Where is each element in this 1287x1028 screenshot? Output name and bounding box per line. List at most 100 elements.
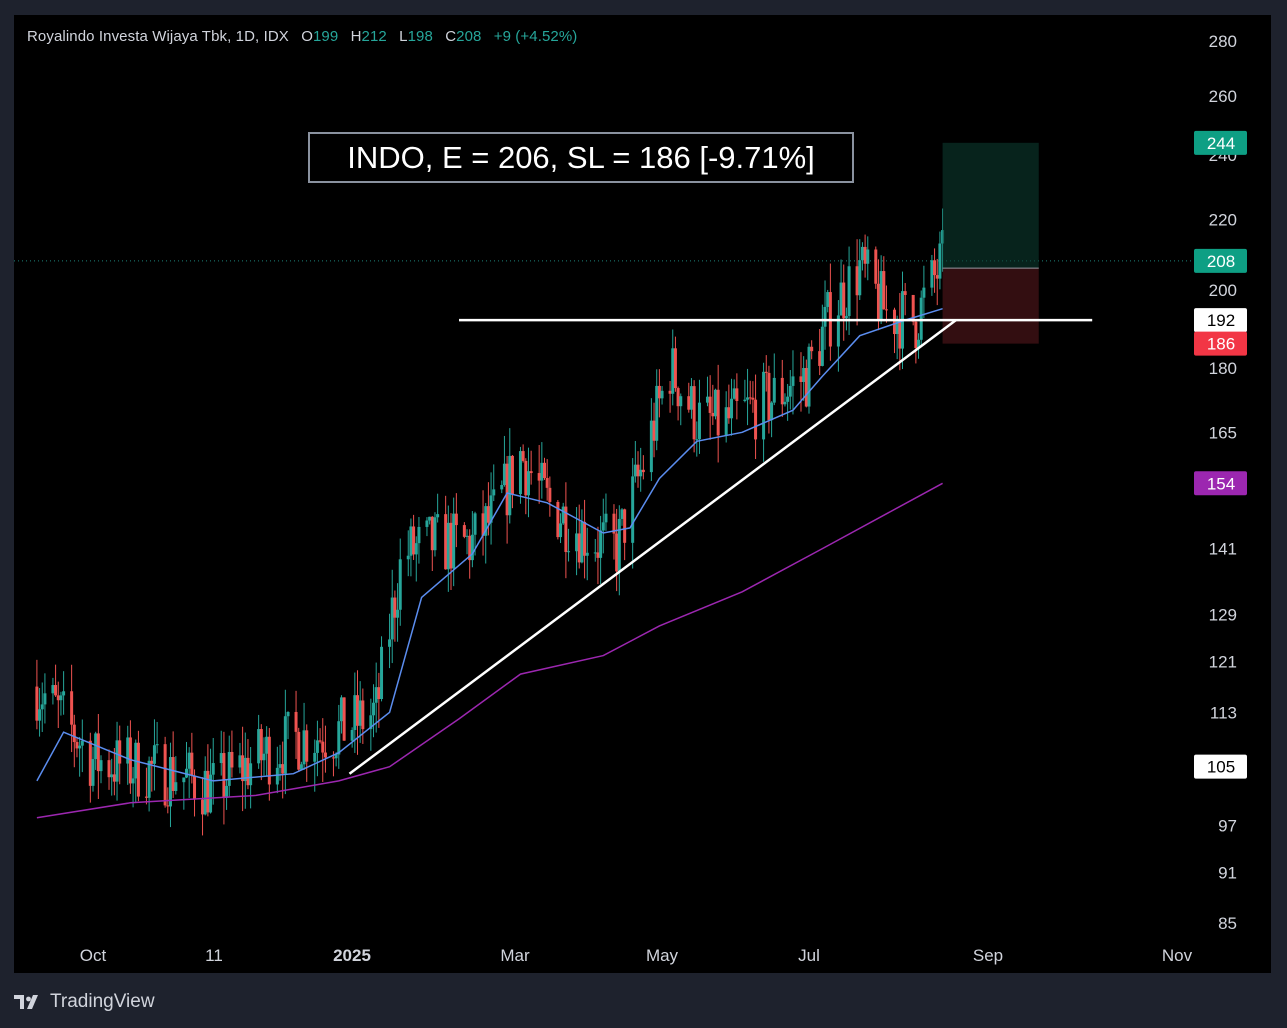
candle-body	[446, 522, 450, 570]
x-tick-label: Jul	[798, 946, 820, 965]
candle-body	[201, 799, 205, 815]
trade-annotation[interactable]: INDO, E = 206, SL = 186 [-9.71%]	[308, 132, 854, 183]
candle-body	[500, 485, 504, 490]
candle-body	[705, 396, 709, 403]
low-value: 198	[407, 28, 433, 45]
candle-body	[430, 516, 434, 551]
candle-body	[786, 396, 790, 402]
candle-body	[847, 266, 851, 317]
x-tick-label: Mar	[500, 946, 530, 965]
chart-frame[interactable]: 280 260 240 220 200 180 165 141 129 121 113 97 91 85 2…	[14, 15, 1271, 973]
candle-body	[855, 266, 859, 296]
candle-body	[543, 462, 547, 478]
candle-body	[278, 764, 282, 768]
price-tag-label: 154	[1207, 474, 1235, 493]
candle-body	[96, 733, 100, 772]
candle-body	[788, 385, 792, 397]
candle-body	[826, 292, 830, 307]
candle-body	[380, 646, 384, 700]
candle-body	[783, 401, 787, 405]
candle-body	[529, 471, 533, 474]
candle-body	[355, 695, 359, 726]
candle-body	[168, 757, 172, 807]
candle-body	[163, 744, 167, 806]
candle-body	[393, 597, 397, 618]
candle-body	[219, 753, 223, 764]
candle-body	[182, 777, 186, 783]
candle-body	[620, 509, 624, 519]
candle-body	[914, 321, 918, 349]
candle-body	[331, 757, 335, 759]
candle-body	[505, 463, 509, 516]
candle-body	[286, 711, 290, 717]
x-tick-label: Nov	[1162, 946, 1193, 965]
candle-body	[492, 489, 496, 496]
candle-body	[844, 316, 848, 319]
candle-body	[673, 348, 677, 389]
tradingview-logo-icon	[14, 995, 38, 1009]
candle-body	[281, 764, 285, 774]
candle-body	[623, 509, 627, 543]
candle-body	[91, 759, 95, 786]
candle-body	[657, 385, 661, 399]
candle-body	[649, 420, 653, 473]
candle-body	[599, 530, 603, 558]
candle-body	[860, 246, 864, 261]
candle-body	[323, 752, 327, 758]
candle-body	[919, 297, 923, 340]
candle-body	[633, 464, 637, 477]
candle-body	[652, 420, 656, 441]
candle-body	[342, 697, 346, 741]
change-value: +9 (+4.52%)	[493, 28, 578, 45]
candle-body	[791, 376, 795, 386]
candle-body	[131, 778, 135, 784]
candle-body	[548, 487, 552, 502]
candle-body	[257, 729, 261, 764]
candle-body	[708, 396, 712, 413]
candle-body	[583, 521, 587, 556]
candle-body	[764, 371, 768, 373]
candle-body	[903, 291, 907, 295]
y-tick-label: 97	[1218, 816, 1237, 835]
candle-body	[227, 751, 231, 786]
candle-body	[267, 736, 271, 785]
candle-body	[559, 523, 563, 538]
candle-body	[88, 740, 92, 786]
candle-body	[679, 396, 683, 407]
candle-body	[222, 753, 226, 798]
y-tick-label: 113	[1210, 703, 1237, 722]
candle-body	[604, 513, 608, 523]
candle-body	[406, 555, 410, 560]
candle-body	[486, 506, 490, 523]
candle-body	[938, 243, 942, 279]
symbol-name: Royalindo Investa Wijaya Tbk	[27, 28, 228, 45]
candle-body	[695, 439, 699, 441]
candle-body	[238, 755, 242, 768]
candle-body	[692, 386, 696, 440]
y-tick-label: 91	[1218, 864, 1237, 883]
candle-body	[152, 745, 156, 764]
candle-body	[72, 724, 76, 743]
tradingview-footer[interactable]: TradingView	[14, 990, 155, 1014]
candle-body	[935, 275, 939, 279]
candle-body	[732, 388, 736, 399]
candle-body	[294, 711, 298, 732]
candle-body	[107, 760, 111, 778]
candle-body	[339, 697, 343, 722]
candle-body	[78, 745, 82, 749]
y-tick-label: 180	[1209, 359, 1237, 378]
candle-body	[35, 686, 39, 721]
candle-body	[374, 687, 378, 703]
candle-body	[596, 552, 600, 558]
candle-body	[436, 514, 440, 518]
trend-line	[348, 319, 957, 775]
candle-body	[388, 639, 392, 647]
candle-body	[361, 700, 365, 730]
candle-body	[660, 390, 664, 399]
candle-body	[428, 516, 432, 521]
candle-body	[249, 763, 253, 786]
candle-body	[241, 755, 245, 782]
candle-body	[727, 407, 731, 419]
candle-body	[577, 533, 581, 563]
candle-body	[353, 695, 357, 731]
